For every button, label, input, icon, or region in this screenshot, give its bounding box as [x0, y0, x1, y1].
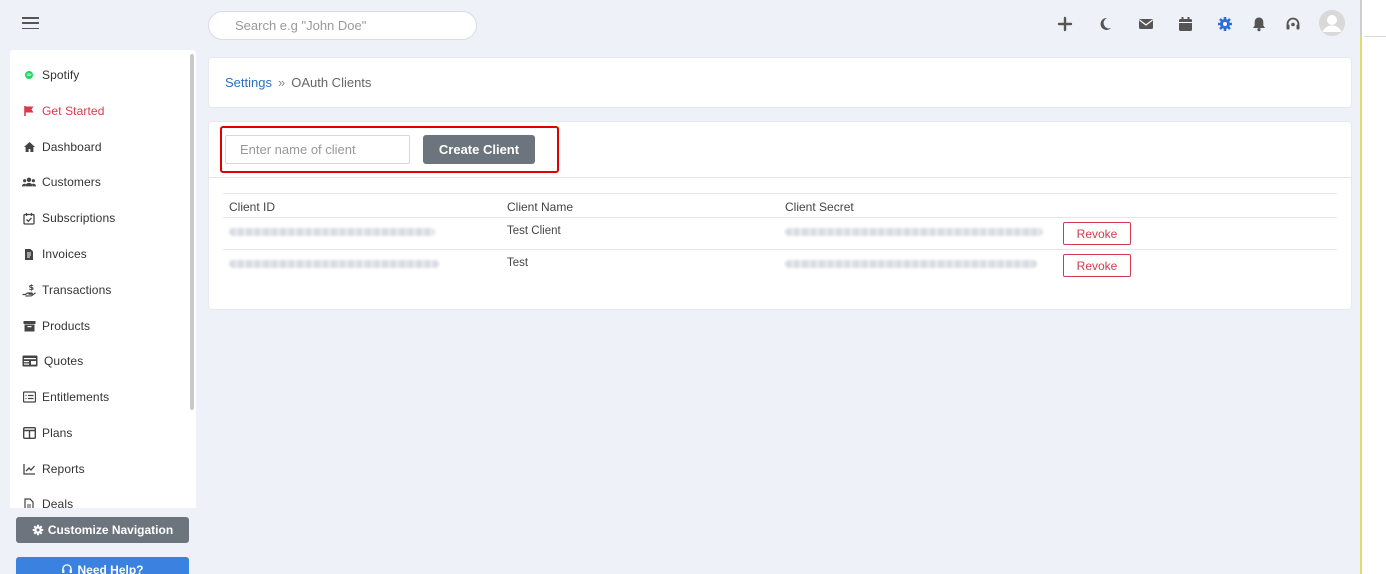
- headset-icon[interactable]: [1281, 12, 1305, 36]
- sidebar-item-entitlements[interactable]: Entitlements: [22, 387, 109, 407]
- menu-toggle-icon[interactable]: [22, 17, 39, 29]
- flag-icon: [22, 104, 36, 118]
- headset-icon: [61, 563, 73, 574]
- table-header: Client ID Client Name Client Secret: [223, 193, 1337, 218]
- sidebar-item-label: Products: [42, 319, 91, 333]
- sidebar-item-label: Subscriptions: [42, 211, 116, 225]
- sidebar-item-label: Reports: [42, 462, 85, 476]
- bell-icon[interactable]: [1247, 12, 1271, 36]
- table-row: Test Revoke: [223, 250, 1337, 282]
- column-header-client-name: Client Name: [507, 200, 574, 214]
- sidebar-item-customers[interactable]: Customers: [22, 172, 101, 192]
- client-id-redacted: [229, 260, 439, 268]
- mail-icon[interactable]: [1134, 12, 1158, 36]
- calendar-check-icon: [22, 211, 36, 225]
- divider: [209, 177, 1351, 178]
- sidebar-item-plans[interactable]: Plans: [22, 423, 73, 443]
- breadcrumb-card: Settings » OAuth Clients: [208, 57, 1352, 108]
- sidebar-item-invoices[interactable]: Invoices: [22, 244, 87, 264]
- customize-navigation-button[interactable]: Customize Navigation: [16, 517, 189, 543]
- client-name-cell: Test Client: [507, 225, 561, 237]
- sidebar-item-label: Dashboard: [42, 140, 102, 154]
- client-secret-redacted: [785, 228, 1043, 236]
- sidebar-item-dashboard[interactable]: Dashboard: [22, 137, 102, 157]
- sidebar-item-label: Customers: [42, 175, 101, 189]
- sidebar-item-label: Transactions: [42, 283, 112, 297]
- client-name-input[interactable]: Enter name of client: [225, 135, 410, 164]
- sidebar-item-label: Spotify: [42, 68, 80, 82]
- sidebar-item-label: Quotes: [44, 354, 84, 368]
- breadcrumb: Settings » OAuth Clients: [225, 75, 371, 90]
- sidebar-item-label: Plans: [42, 426, 73, 440]
- right-edge-panel: [1360, 0, 1386, 574]
- gear-icon: [32, 524, 44, 536]
- plus-icon[interactable]: [1053, 12, 1077, 36]
- list-icon: [22, 390, 36, 404]
- breadcrumb-settings-link[interactable]: Settings: [225, 75, 272, 90]
- calendar-icon[interactable]: [1173, 12, 1197, 36]
- sidebar-item-label: Invoices: [42, 247, 87, 261]
- quote-card-icon: [22, 354, 38, 368]
- moon-icon[interactable]: [1093, 12, 1117, 36]
- sidebar-item-products[interactable]: Products: [22, 316, 90, 336]
- customize-navigation-label: Customize Navigation: [47, 523, 174, 537]
- column-header-client-secret: Client Secret: [785, 200, 854, 214]
- hand-dollar-icon: $: [22, 283, 36, 297]
- sidebar-scrollbar[interactable]: [190, 54, 194, 410]
- sidebar-item-transactions[interactable]: $ Transactions: [22, 280, 111, 300]
- sidebar-item-subscriptions[interactable]: Subscriptions: [22, 208, 115, 228]
- archive-icon: [22, 319, 36, 333]
- create-client-button[interactable]: Create Client: [423, 135, 535, 164]
- sidebar: Spotify Get Started Dashboard Customers …: [10, 50, 196, 574]
- client-id-redacted: [229, 228, 435, 236]
- table-row: Test Client Revoke: [223, 218, 1337, 250]
- column-header-client-id: Client ID: [229, 200, 276, 214]
- need-help-label: Need Help?: [77, 563, 144, 574]
- search-input[interactable]: Search e.g "John Doe": [208, 11, 477, 40]
- user-avatar[interactable]: [1319, 10, 1345, 36]
- sidebar-item-label: Entitlements: [42, 390, 110, 404]
- home-icon: [22, 140, 36, 154]
- sidebar-item-quotes[interactable]: Quotes: [22, 351, 83, 371]
- sidebar-item-spotify[interactable]: Spotify: [22, 65, 79, 85]
- client-secret-redacted: [785, 260, 1037, 268]
- revoke-button[interactable]: Revoke: [1063, 222, 1131, 245]
- client-name-cell: Test: [507, 257, 529, 269]
- columns-icon: [22, 426, 36, 440]
- chart-icon: [22, 462, 36, 476]
- spotify-dot-icon: [22, 68, 36, 82]
- need-help-button[interactable]: Need Help?: [16, 557, 189, 574]
- breadcrumb-current: OAuth Clients: [291, 75, 372, 90]
- gear-icon[interactable]: [1213, 12, 1237, 36]
- breadcrumb-separator: »: [277, 75, 286, 90]
- users-icon: [22, 175, 36, 189]
- oauth-clients-card: Enter name of client Create Client Clien…: [208, 121, 1352, 310]
- sidebar-item-get-started[interactable]: Get Started: [22, 101, 104, 121]
- file-invoice-icon: [22, 247, 36, 261]
- revoke-button[interactable]: Revoke: [1063, 254, 1131, 277]
- svg-text:$: $: [29, 283, 35, 292]
- sidebar-item-reports[interactable]: Reports: [22, 459, 85, 479]
- sidebar-item-label: Get Started: [42, 104, 105, 118]
